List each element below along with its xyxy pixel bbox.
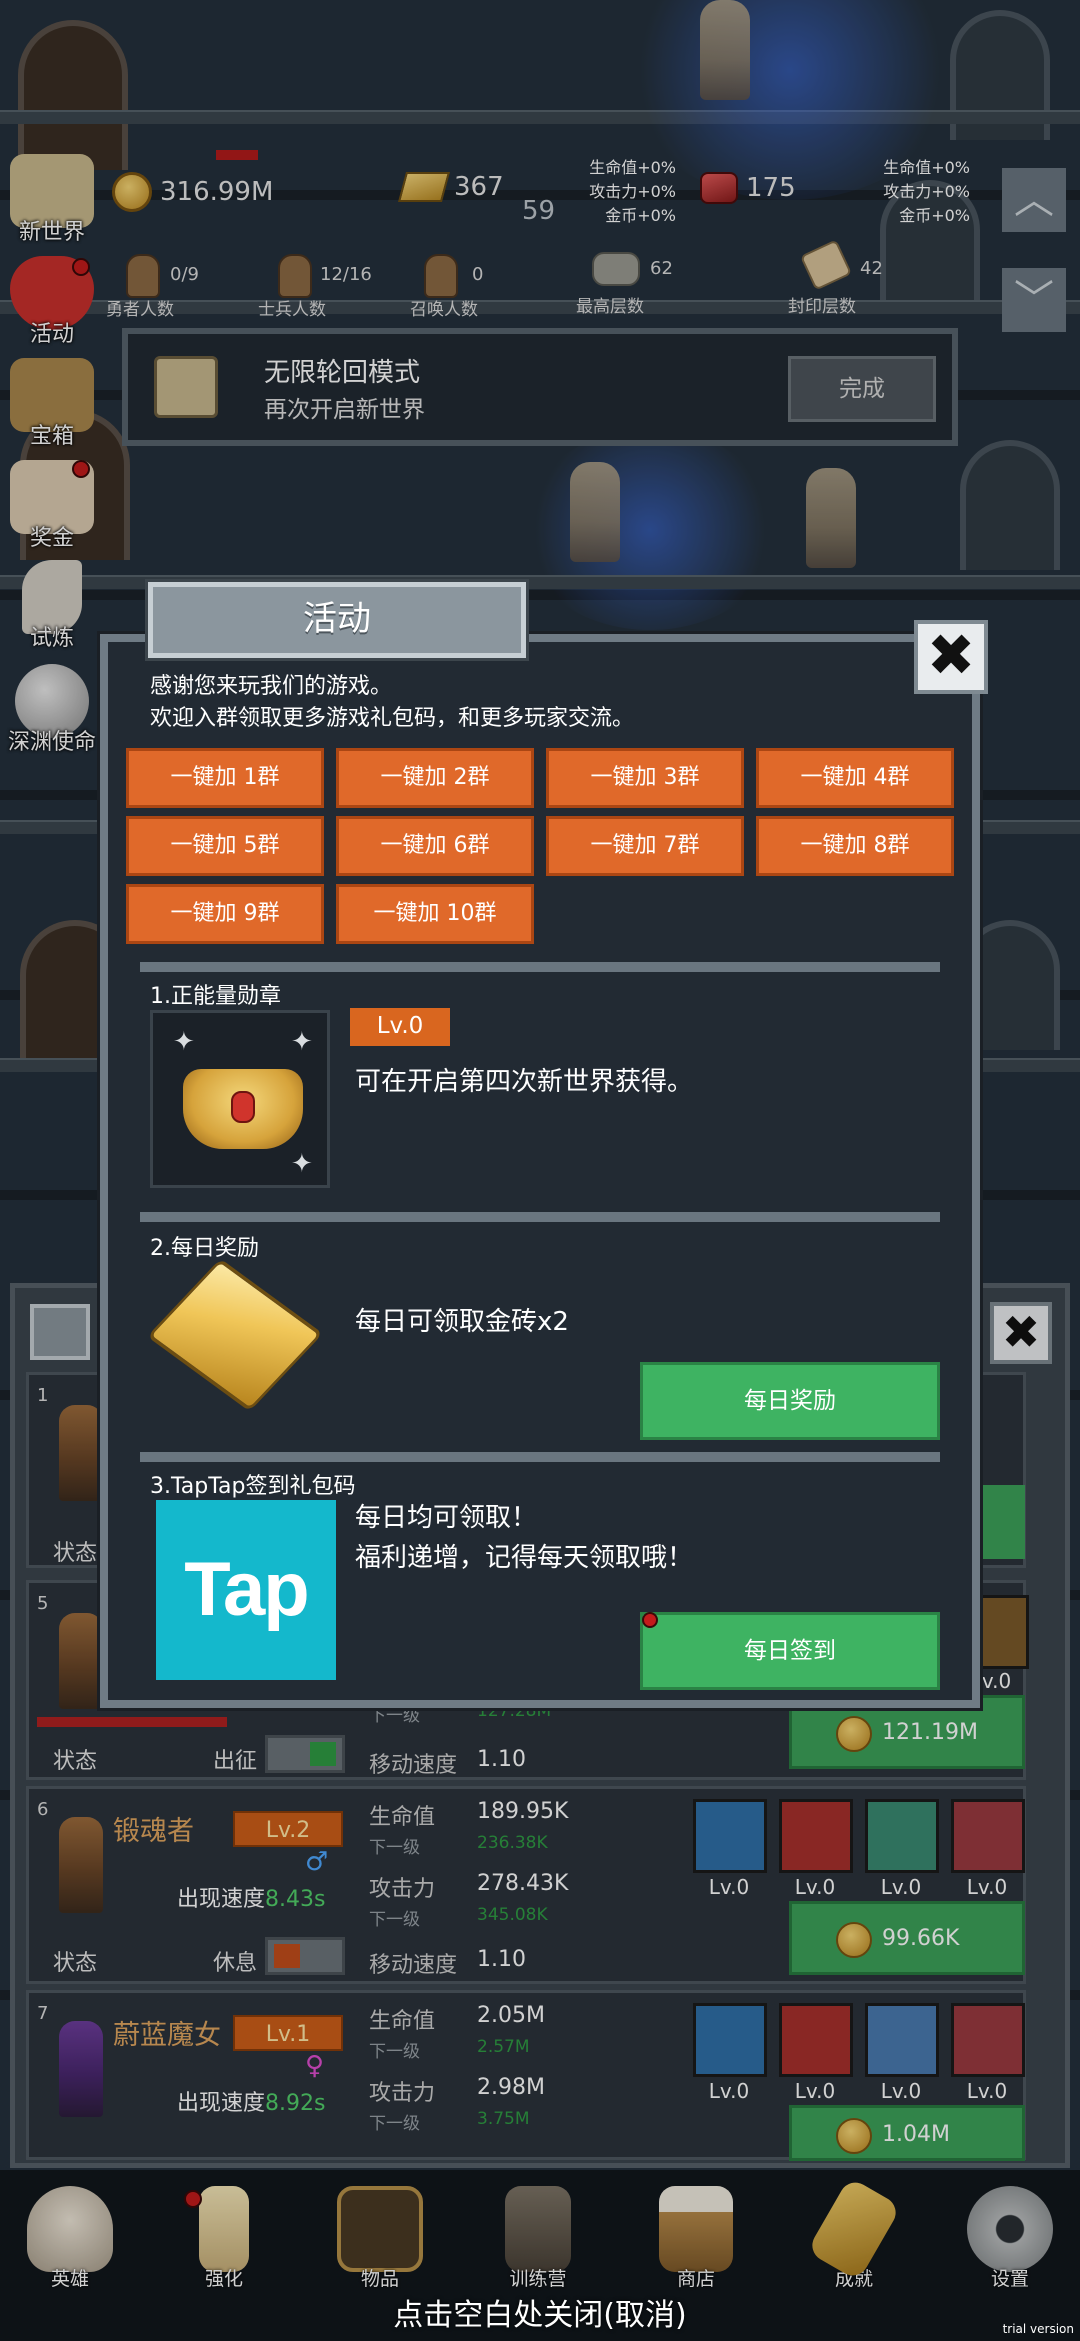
taptap-logo-icon: Tap [156, 1500, 336, 1680]
section1-description: 可在开启第四次新世界获得。 [355, 1067, 694, 1097]
daily-checkin-button[interactable]: 每日签到 [640, 1612, 940, 1690]
section3-description-line1: 每日均可领取！ [355, 1503, 538, 1533]
daily-reward-button[interactable]: 每日奖励 [640, 1362, 940, 1440]
join-group-3-button[interactable]: 一键加 3群 [546, 748, 744, 808]
section2-title: 2.每日奖励 [150, 1236, 259, 1261]
section-divider [140, 1212, 940, 1222]
join-group-1-button[interactable]: 一键加 1群 [126, 748, 324, 808]
section1-title: 1.正能量勋章 [150, 984, 281, 1009]
trial-version-label: trial version [1002, 2322, 1074, 2336]
section-divider [140, 1452, 940, 1462]
medal-level-badge: Lv.0 [350, 1008, 450, 1046]
join-group-6-button[interactable]: 一键加 6群 [336, 816, 534, 876]
sparkle-icon: ✦ [291, 1027, 313, 1057]
close-icon[interactable]: ✖ [914, 620, 988, 694]
section2-description: 每日可领取金砖x2 [355, 1307, 569, 1337]
join-group-10-button[interactable]: 一键加 10群 [336, 884, 534, 944]
join-group-2-button[interactable]: 一键加 2群 [336, 748, 534, 808]
join-group-9-button[interactable]: 一键加 9群 [126, 884, 324, 944]
intro-text-line2: 欢迎入群领取更多游戏礼包码，和更多玩家交流。 [150, 706, 635, 731]
join-group-5-button[interactable]: 一键加 5群 [126, 816, 324, 876]
intro-text-line1: 感谢您来玩我们的游戏。 [150, 674, 393, 699]
sparkle-icon: ✦ [291, 1149, 313, 1179]
join-group-7-button[interactable]: 一键加 7群 [546, 816, 744, 876]
notification-dot [642, 1612, 658, 1628]
section3-description-line2: 福利递增，记得每天领取哦！ [355, 1543, 694, 1573]
sparkle-icon: ✦ [173, 1027, 195, 1057]
section3-title: 3.TapTap签到礼包码 [150, 1474, 356, 1499]
medal-icon-frame: ✦ ✦ ✦ [150, 1010, 330, 1188]
dialog-title: 活动 [145, 579, 529, 661]
join-group-4-button[interactable]: 一键加 4群 [756, 748, 954, 808]
join-group-8-button[interactable]: 一键加 8群 [756, 816, 954, 876]
gem-icon [231, 1091, 255, 1123]
close-hint-text[interactable]: 点击空白处关闭(取消) [0, 2290, 1080, 2334]
section-divider [140, 962, 940, 972]
